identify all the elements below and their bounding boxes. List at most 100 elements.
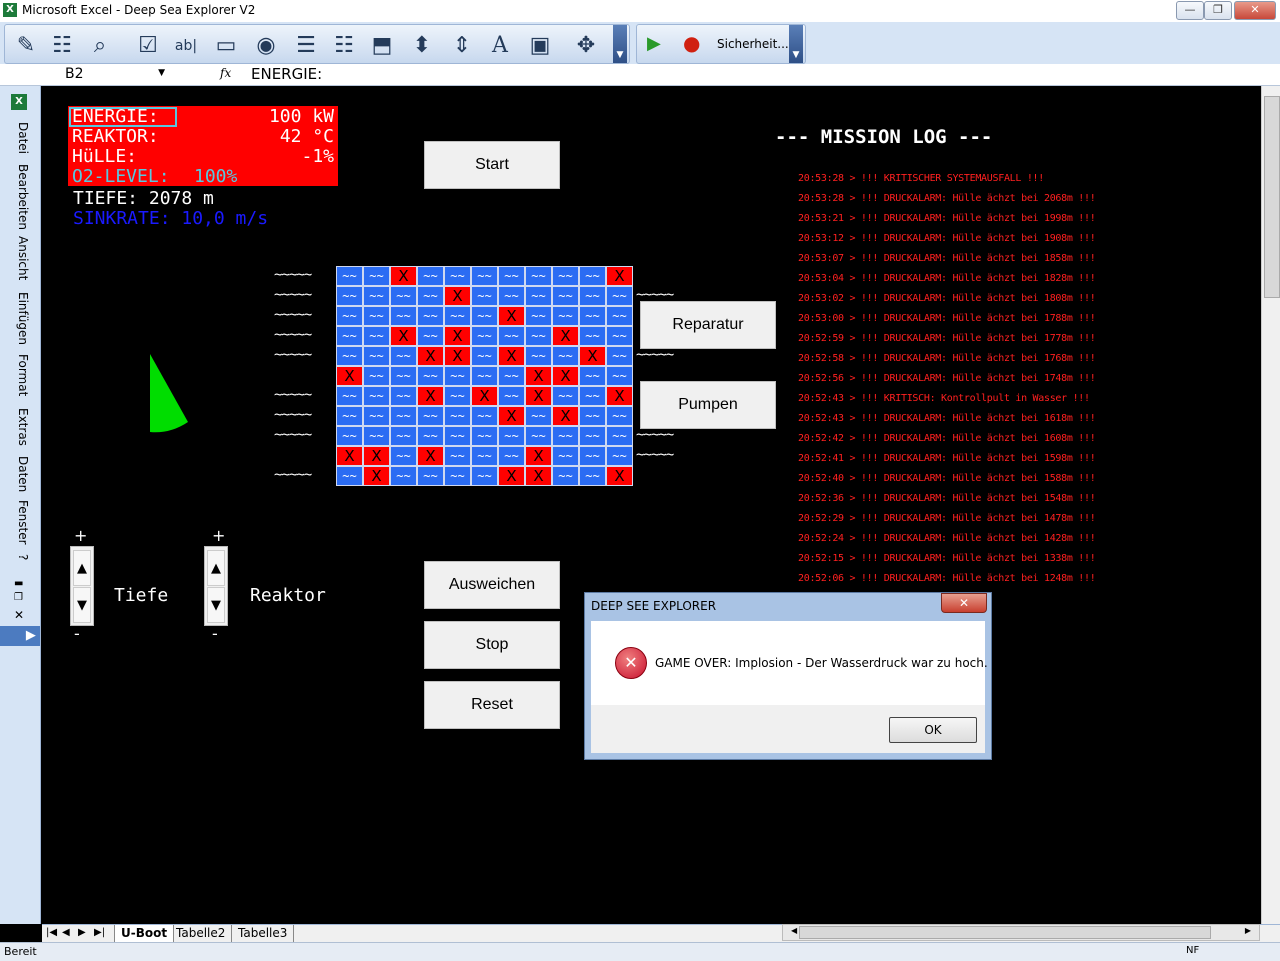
log-entry[interactable]: 20:53:00 > !!! DRUCKALARM: Hülle ächzt b…	[798, 313, 1096, 324]
menu-help[interactable]: ?	[10, 554, 30, 560]
hull-cell[interactable]: ~~	[444, 366, 471, 386]
tab-tabelle3[interactable]: Tabelle3	[232, 925, 295, 942]
hull-cell[interactable]: ~~	[336, 386, 363, 406]
dialog-close-button[interactable]: ✕	[941, 593, 987, 613]
log-entry[interactable]: 20:52:41 > !!! DRUCKALARM: Hülle ächzt b…	[798, 453, 1096, 464]
hull-cell[interactable]: ~~	[363, 406, 390, 426]
hull-cell[interactable]: ~~	[552, 346, 579, 366]
log-entry[interactable]: 20:52:42 > !!! DRUCKALARM: Hülle ächzt b…	[798, 433, 1096, 444]
hull-cell[interactable]: ~~	[525, 426, 552, 446]
log-entry[interactable]: 20:53:07 > !!! DRUCKALARM: Hülle ächzt b…	[798, 253, 1096, 264]
scrollbar-icon[interactable]: ⇕	[447, 31, 477, 61]
hull-cell[interactable]: ~~	[579, 406, 606, 426]
hull-cell[interactable]: ~~	[525, 326, 552, 346]
hull-cell[interactable]: ~~	[552, 446, 579, 466]
hull-cell[interactable]: ~~	[444, 406, 471, 426]
hull-cell[interactable]: ~~	[417, 266, 444, 286]
log-entry[interactable]: 20:53:04 > !!! DRUCKALARM: Hülle ächzt b…	[798, 273, 1096, 284]
hull-cell[interactable]: ~~	[336, 346, 363, 366]
hull-cell[interactable]: ~~	[390, 446, 417, 466]
hull-cell[interactable]: ~~	[471, 446, 498, 466]
hull-cell[interactable]: ~~	[390, 346, 417, 366]
hull-cell[interactable]: ~~	[417, 406, 444, 426]
maximize-button[interactable]: ❐	[1204, 1, 1232, 20]
hull-cell[interactable]: ~~	[444, 446, 471, 466]
damaged-hull-cell[interactable]: X	[552, 326, 579, 346]
hull-cell[interactable]: ~~	[336, 426, 363, 446]
pumpen-button[interactable]: Pumpen	[640, 381, 776, 429]
damaged-hull-cell[interactable]: X	[525, 446, 552, 466]
hull-cell[interactable]: ~~	[363, 426, 390, 446]
record-macro-icon[interactable]: ●	[683, 31, 700, 55]
hull-cell[interactable]: ~~	[579, 366, 606, 386]
hull-cell[interactable]: ~~	[363, 326, 390, 346]
tab-u-boot[interactable]: U-Boot	[114, 925, 175, 942]
hull-cell[interactable]: ~~	[552, 286, 579, 306]
hull-cell[interactable]: ~~	[525, 306, 552, 326]
log-entry[interactable]: 20:53:28 > !!! KRITISCHER SYSTEMAUSFALL …	[798, 173, 1044, 184]
toggle-button-icon[interactable]: ⬒	[367, 31, 397, 61]
checkbox-icon[interactable]: ☑	[133, 31, 163, 61]
hull-cell[interactable]: ~~	[525, 406, 552, 426]
menu-einfuegen[interactable]: Einfügen	[10, 292, 30, 345]
hull-cell[interactable]: ~~	[471, 306, 498, 326]
damaged-hull-cell[interactable]: X	[606, 386, 633, 406]
hull-cell[interactable]: ~~	[471, 426, 498, 446]
hull-cell[interactable]: ~~	[606, 406, 633, 426]
hull-cell[interactable]: ~~	[363, 286, 390, 306]
damaged-hull-cell[interactable]: X	[336, 366, 363, 386]
damaged-hull-cell[interactable]: X	[525, 366, 552, 386]
scroll-right-icon[interactable]: ▶	[1245, 926, 1251, 935]
hull-cell[interactable]: ~~	[444, 306, 471, 326]
hull-cell[interactable]: ~~	[525, 346, 552, 366]
hull-cell[interactable]: ~~	[606, 426, 633, 446]
scroll-thumb[interactable]	[1264, 96, 1280, 298]
hull-cell[interactable]: ~~	[444, 426, 471, 446]
hull-cell[interactable]: ~~	[498, 366, 525, 386]
properties-icon[interactable]: ☷	[47, 31, 77, 61]
damaged-hull-cell[interactable]: X	[498, 406, 525, 426]
menu-daten[interactable]: Daten	[10, 456, 30, 492]
damaged-hull-cell[interactable]: X	[579, 346, 606, 366]
hull-cell[interactable]: ~~	[363, 366, 390, 386]
hull-cell[interactable]: ~~	[579, 426, 606, 446]
hull-cell[interactable]: ~~	[417, 306, 444, 326]
damaged-hull-cell[interactable]: X	[525, 386, 552, 406]
hull-cell[interactable]: ~~	[552, 266, 579, 286]
menu-extras[interactable]: Extras	[10, 408, 30, 446]
menu-expand-icon[interactable]: ▶	[0, 626, 40, 646]
hull-cell[interactable]: ~~	[444, 466, 471, 486]
hull-cell[interactable]: ~~	[336, 306, 363, 326]
huelle-row[interactable]: HüLLE: -1%	[72, 146, 334, 167]
log-entry[interactable]: 20:53:02 > !!! DRUCKALARM: Hülle ächzt b…	[798, 293, 1096, 304]
hull-cell[interactable]: ~~	[525, 266, 552, 286]
log-entry[interactable]: 20:52:06 > !!! DRUCKALARM: Hülle ächzt b…	[798, 573, 1096, 584]
hscroll-thumb[interactable]	[799, 926, 1211, 939]
damaged-hull-cell[interactable]: X	[444, 286, 471, 306]
log-entry[interactable]: 20:52:40 > !!! DRUCKALARM: Hülle ächzt b…	[798, 473, 1096, 484]
scroll-left-icon[interactable]: ◀	[791, 926, 797, 935]
hull-cell[interactable]: ~~	[606, 286, 633, 306]
tiefe-spinner[interactable]: ▲ ▼	[70, 546, 94, 626]
ausweichen-button[interactable]: Ausweichen	[424, 561, 560, 609]
hull-cell[interactable]: ~~	[417, 466, 444, 486]
design-mode-icon[interactable]: ✎	[11, 31, 41, 61]
menu-datei[interactable]: Datei	[10, 122, 30, 154]
hull-cell[interactable]: ~~	[498, 386, 525, 406]
hull-cell[interactable]: ~~	[579, 286, 606, 306]
damaged-hull-cell[interactable]: X	[417, 346, 444, 366]
formula-input[interactable]: ENERGIE:	[251, 65, 322, 83]
textbox-icon[interactable]: ab|	[171, 31, 201, 61]
tiefe-down-arrow-icon[interactable]: ▼	[73, 587, 91, 623]
hull-cell[interactable]: ~~	[471, 366, 498, 386]
horizontal-scrollbar[interactable]: ◀ ▶	[782, 924, 1260, 941]
hull-cell[interactable]: ~~	[471, 466, 498, 486]
damaged-hull-cell[interactable]: X	[498, 466, 525, 486]
hull-cell[interactable]: ~~	[579, 386, 606, 406]
log-entry[interactable]: 20:53:21 > !!! DRUCKALARM: Hülle ächzt b…	[798, 213, 1096, 224]
hull-cell[interactable]: ~~	[390, 406, 417, 426]
stop-button[interactable]: Stop	[424, 621, 560, 669]
hull-cell[interactable]: ~~	[579, 326, 606, 346]
hull-cell[interactable]: ~~	[336, 286, 363, 306]
log-entry[interactable]: 20:52:56 > !!! DRUCKALARM: Hülle ächzt b…	[798, 373, 1096, 384]
